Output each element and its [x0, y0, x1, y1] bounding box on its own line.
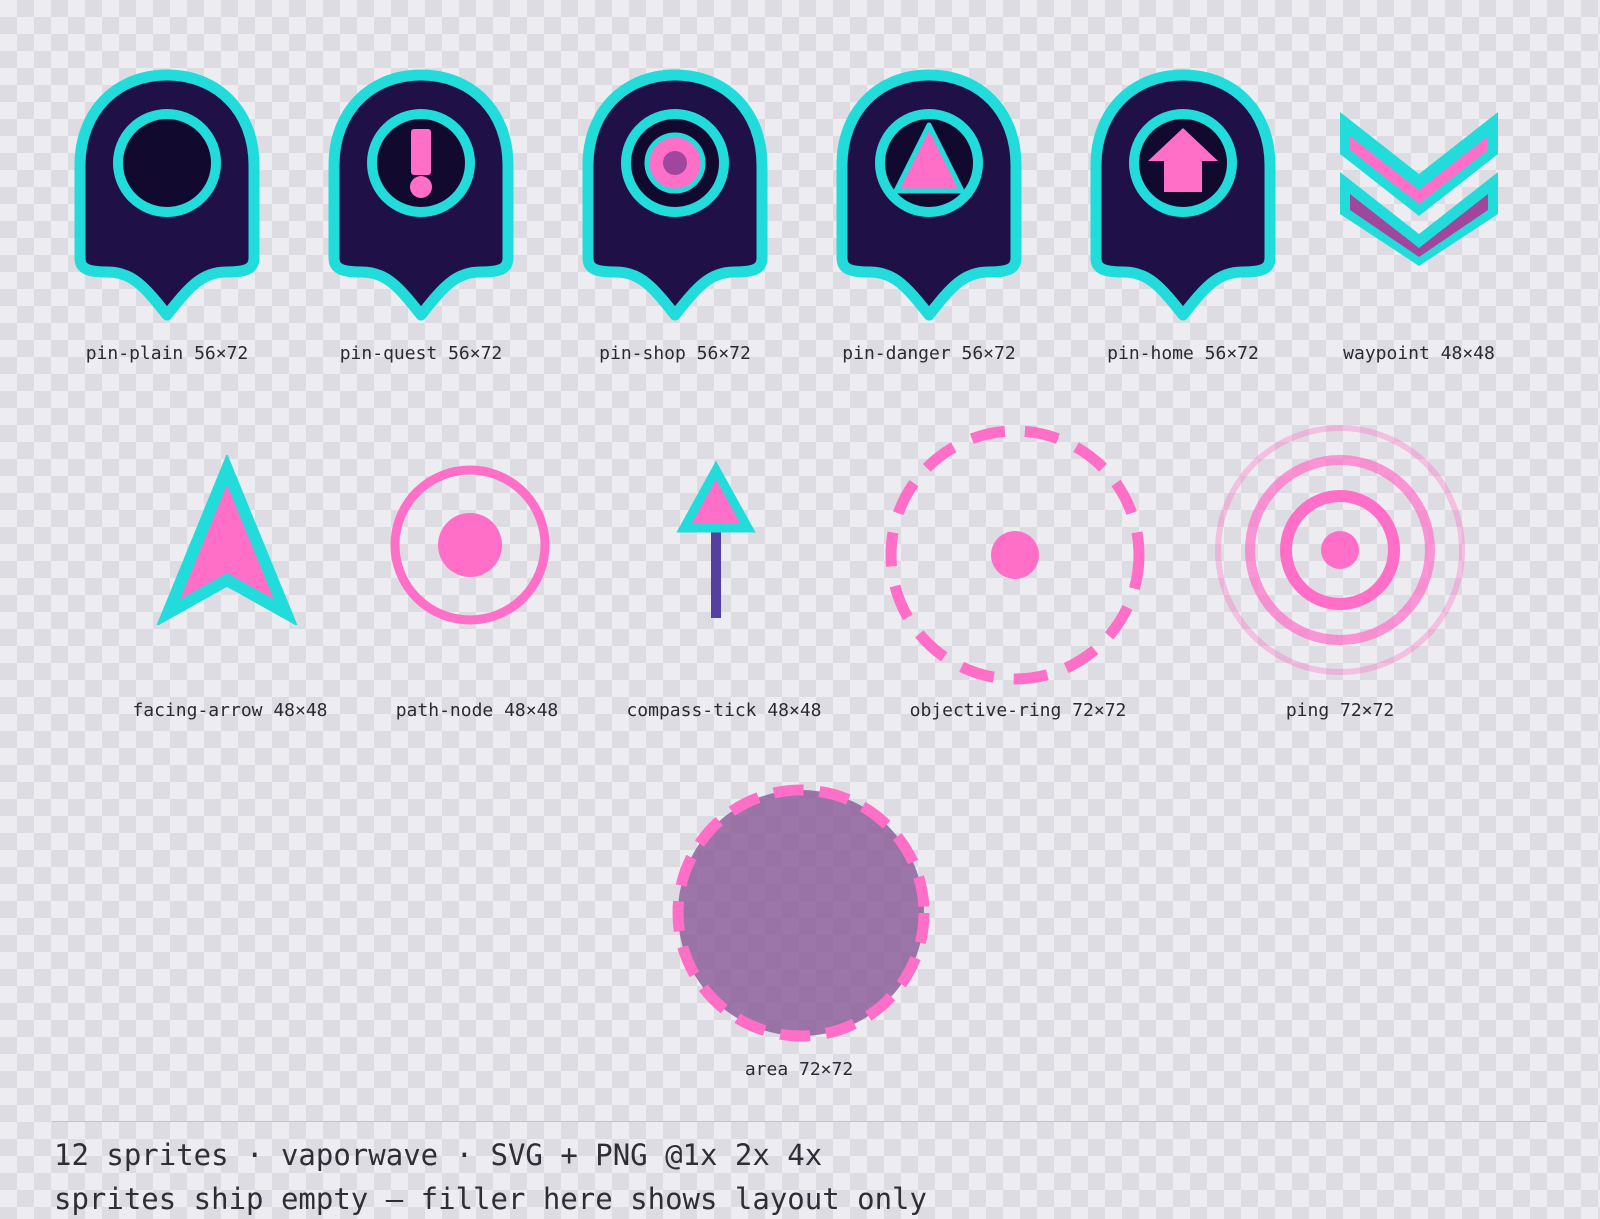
pin-quest-icon — [328, 69, 514, 321]
pin-danger-icon — [836, 69, 1022, 321]
sprite-label: objective-ring 72×72 — [909, 700, 1127, 721]
ping-icon — [1215, 425, 1465, 675]
sprite-label: area 72×72 — [744, 1059, 854, 1080]
sprite-label: compass-tick 48×48 — [626, 700, 822, 721]
compass-tick-icon — [676, 460, 756, 618]
objective-ring-icon — [885, 425, 1145, 685]
pin-home-icon — [1090, 69, 1276, 321]
footer-summary: 12 sprites · vaporwave · SVG + PNG @1x 2… — [54, 1138, 823, 1172]
path-node-icon — [390, 465, 550, 625]
sprite-label: ping 72×72 — [1285, 700, 1395, 721]
sprite-label: waypoint 48×48 — [1343, 343, 1495, 364]
footer-note: sprites ship empty — filler here shows l… — [54, 1182, 927, 1216]
area-icon — [672, 784, 930, 1042]
footer-divider — [52, 1121, 1546, 1122]
pin-shop-icon — [582, 69, 768, 321]
waypoint-icon — [1340, 112, 1498, 266]
pin-plain-icon — [74, 69, 260, 321]
facing-arrow-icon — [156, 455, 298, 625]
